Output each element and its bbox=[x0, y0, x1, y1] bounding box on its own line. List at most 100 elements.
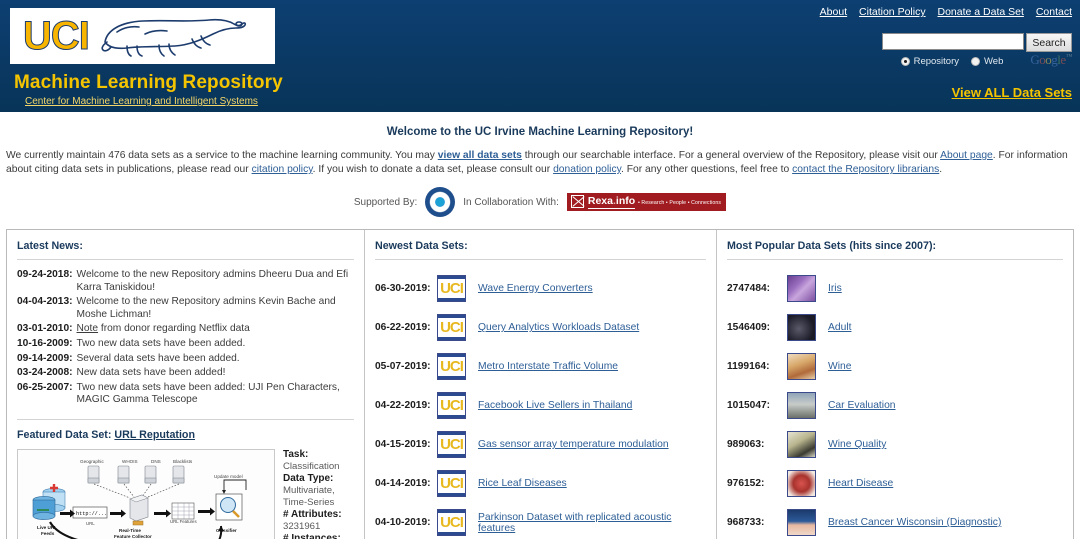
newest-date: 05-07-2019: bbox=[375, 361, 431, 372]
google-branding-icon: Google™ bbox=[1030, 52, 1072, 67]
radio-web-label[interactable]: Web bbox=[984, 56, 1003, 67]
popular-dataset-link[interactable]: Car Evaluation bbox=[828, 400, 896, 411]
news-text: Several data sets have been added. bbox=[76, 352, 240, 364]
popular-dataset-link[interactable]: Heart Disease bbox=[828, 478, 893, 489]
news-item: 04-04-2013: Welcome to the new Repositor… bbox=[17, 296, 354, 321]
supported-by-label: Supported By: bbox=[353, 196, 418, 208]
featured-label: Featured Data Set: bbox=[17, 428, 112, 441]
popular-data-set-row: 1546409: Adult bbox=[727, 308, 1063, 347]
view-all-data-sets-inline-link[interactable]: view all data sets bbox=[438, 150, 522, 161]
search-button[interactable]: Search bbox=[1026, 33, 1072, 52]
latest-news-panel: Latest News: 09-24-2018: Welcome to the … bbox=[7, 230, 365, 539]
featured-dataset-link[interactable]: URL Reputation bbox=[114, 429, 195, 441]
svg-text:Feature Collector: Feature Collector bbox=[114, 534, 152, 539]
most-popular-heading: Most Popular Data Sets (hits since 2007)… bbox=[727, 240, 1063, 260]
view-all-data-sets-link[interactable]: View ALL Data Sets bbox=[952, 85, 1072, 100]
search-input[interactable] bbox=[882, 33, 1024, 50]
newest-dataset-link[interactable]: Rice Leaf Diseases bbox=[478, 478, 567, 489]
diagram-label-blacklists: Blacklists bbox=[173, 459, 193, 464]
rexa-info-logo[interactable]: Rexa.info • Research • People • Connecti… bbox=[566, 193, 727, 211]
newest-date: 04-14-2019: bbox=[375, 478, 431, 489]
welcome-text-1: We currently maintain 476 data sets as a… bbox=[6, 150, 438, 161]
meta-value-task: Classification bbox=[283, 460, 340, 472]
nav-contact[interactable]: Contact bbox=[1036, 6, 1072, 18]
news-item: 06-25-2007: Two new data sets have been … bbox=[17, 382, 354, 407]
donation-policy-link[interactable]: donation policy bbox=[553, 164, 621, 175]
welcome-text-6: . bbox=[939, 164, 943, 175]
uci-logo-icon: UCI bbox=[437, 509, 466, 536]
netflix-note-link[interactable]: Note bbox=[77, 323, 99, 334]
nav-citation-policy[interactable]: Citation Policy bbox=[859, 6, 926, 18]
meta-key-instances: # Instances: bbox=[283, 532, 341, 539]
svg-text:Feeds: Feeds bbox=[41, 531, 55, 536]
meta-value-attributes: 3231961 bbox=[283, 520, 321, 532]
nsf-seal-icon[interactable] bbox=[425, 187, 456, 217]
center-link[interactable]: Center for Machine Learning and Intellig… bbox=[25, 96, 258, 107]
nav-about[interactable]: About bbox=[820, 6, 847, 18]
welcome-paragraph: We currently maintain 476 data sets as a… bbox=[6, 149, 1074, 177]
popular-dataset-link[interactable]: Breast Cancer Wisconsin (Diagnostic) bbox=[828, 517, 1001, 528]
news-text: Welcome to the new Repository admins Kev… bbox=[76, 296, 336, 320]
news-item: 09-14-2009: Several data sets have been … bbox=[17, 353, 354, 366]
news-text: Two new data sets have been added: UJI P… bbox=[76, 381, 340, 406]
citation-policy-link[interactable]: citation policy bbox=[252, 164, 313, 175]
newest-dataset-link[interactable]: Facebook Live Sellers in Thailand bbox=[478, 400, 632, 411]
radio-repository[interactable] bbox=[900, 57, 910, 66]
diagram-label-geographic: Geographic bbox=[80, 459, 104, 464]
welcome-text-2: through our searchable interface. For a … bbox=[521, 150, 941, 161]
popular-dataset-link[interactable]: Wine Quality bbox=[828, 439, 886, 450]
news-item: 03-01-2010: Note from donor regarding Ne… bbox=[17, 323, 354, 336]
newest-data-set-row: 06-22-2019: UCI Query Analytics Workload… bbox=[375, 308, 706, 347]
news-item: 09-24-2018: Welcome to the new Repositor… bbox=[17, 269, 354, 294]
rexa-name: Rexa bbox=[587, 194, 613, 207]
svg-text:URL: URL bbox=[86, 521, 95, 526]
newest-date: 06-22-2019: bbox=[375, 322, 431, 333]
newest-dataset-link[interactable]: Metro Interstate Traffic Volume bbox=[478, 361, 618, 372]
newest-data-sets-panel: Newest Data Sets: 06-30-2019: UCI Wave E… bbox=[365, 230, 717, 539]
diagram-label-collector: Real-Time bbox=[119, 528, 141, 533]
radio-web[interactable] bbox=[971, 57, 981, 66]
diagram-label-update-model: Update model bbox=[214, 474, 243, 479]
popular-hits: 1199164: bbox=[727, 361, 770, 372]
newest-dataset-link[interactable]: Gas sensor array temperature modulation bbox=[478, 439, 669, 450]
page-title: Machine Learning Repository bbox=[14, 72, 283, 93]
popular-dataset-link[interactable]: Adult bbox=[828, 322, 851, 333]
rexa-suffix: info bbox=[615, 194, 636, 207]
newest-data-set-row: 04-10-2019: UCI Parkinson Dataset with r… bbox=[375, 503, 706, 539]
latest-news-heading: Latest News: bbox=[17, 240, 354, 260]
newest-dataset-link[interactable]: Wave Energy Converters bbox=[478, 283, 593, 294]
svg-text:URL Features: URL Features bbox=[170, 519, 197, 524]
radio-repository-label[interactable]: Repository bbox=[914, 56, 959, 67]
iris-thumbnail bbox=[787, 275, 816, 302]
adult-thumbnail bbox=[787, 314, 816, 341]
newest-date: 04-10-2019: bbox=[375, 517, 431, 528]
welcome-text-4: . If you wish to donate a data set, plea… bbox=[312, 164, 554, 175]
news-date: 03-24-2008: bbox=[17, 367, 73, 379]
diagram-label-dns: DNS bbox=[151, 459, 161, 464]
nav-donate-data-set[interactable]: Donate a Data Set bbox=[938, 6, 1024, 18]
popular-hits: 968733: bbox=[727, 517, 765, 528]
url-reputation-diagram: Geographic WHOIS DNS Blacklists Update m… bbox=[17, 448, 275, 539]
about-page-link[interactable]: About page bbox=[940, 150, 993, 161]
svg-text:http://...: http://... bbox=[76, 511, 107, 517]
contact-librarians-link[interactable]: contact the Repository librarians bbox=[792, 164, 939, 175]
news-item: 03-24-2008: New data sets have been adde… bbox=[17, 367, 354, 380]
popular-dataset-link[interactable]: Wine bbox=[828, 361, 851, 372]
newest-data-set-row: 05-07-2019: UCI Metro Interstate Traffic… bbox=[375, 347, 706, 386]
newest-dataset-link[interactable]: Query Analytics Workloads Dataset bbox=[478, 322, 639, 333]
newest-data-set-row: 04-22-2019: UCI Facebook Live Sellers in… bbox=[375, 386, 706, 425]
popular-dataset-link[interactable]: Iris bbox=[828, 283, 842, 294]
site-header: UCI Machine Learning Repository Center f… bbox=[0, 0, 1080, 112]
featured-data-set-section: Featured Data Set: URL Reputation Geogra… bbox=[17, 418, 354, 539]
uci-logo-icon: UCI bbox=[437, 470, 466, 497]
news-text: New data sets have been added! bbox=[76, 367, 226, 379]
news-text: Welcome to the new Repository admins Dhe… bbox=[76, 269, 349, 293]
popular-data-set-row: 976152: Heart Disease bbox=[727, 464, 1063, 503]
popular-hits: 989063: bbox=[727, 439, 765, 450]
popular-data-set-row: 968733: Breast Cancer Wisconsin (Diagnos… bbox=[727, 503, 1063, 539]
newest-dataset-link[interactable]: Parkinson Dataset with replicated acoust… bbox=[478, 512, 706, 534]
uci-wordmark: UCI bbox=[23, 14, 91, 58]
most-popular-data-sets-panel: Most Popular Data Sets (hits since 2007)… bbox=[717, 230, 1073, 539]
welcome-title: Welcome to the UC Irvine Machine Learnin… bbox=[386, 126, 694, 138]
popular-data-set-row: 989063: Wine Quality bbox=[727, 425, 1063, 464]
